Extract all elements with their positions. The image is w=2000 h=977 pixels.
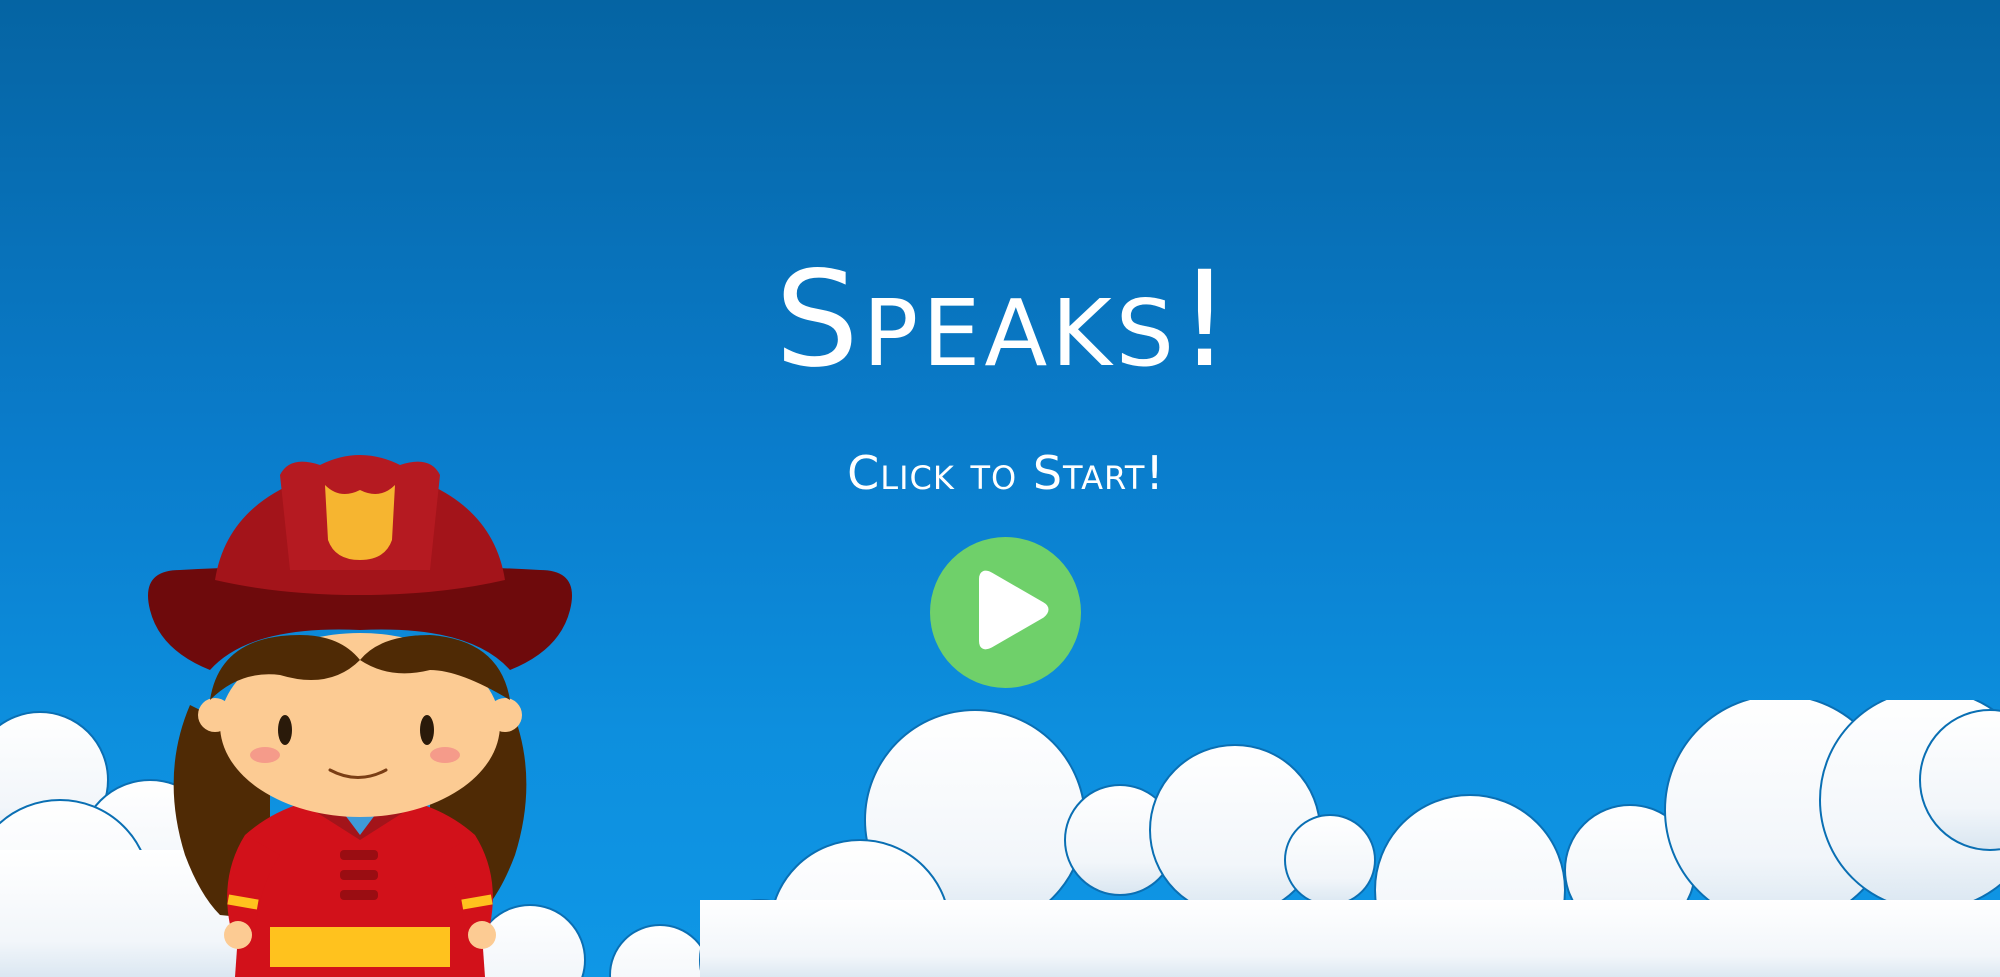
game-stage[interactable]: Speaks! Click to Start! (0, 0, 2000, 977)
play-triangle-icon (979, 570, 1049, 650)
play-button[interactable] (930, 537, 1081, 688)
firefighter-girl-illustration (148, 455, 572, 977)
game-title: Speaks! (775, 243, 1235, 397)
start-prompt[interactable]: Click to Start! (0, 445, 2000, 501)
